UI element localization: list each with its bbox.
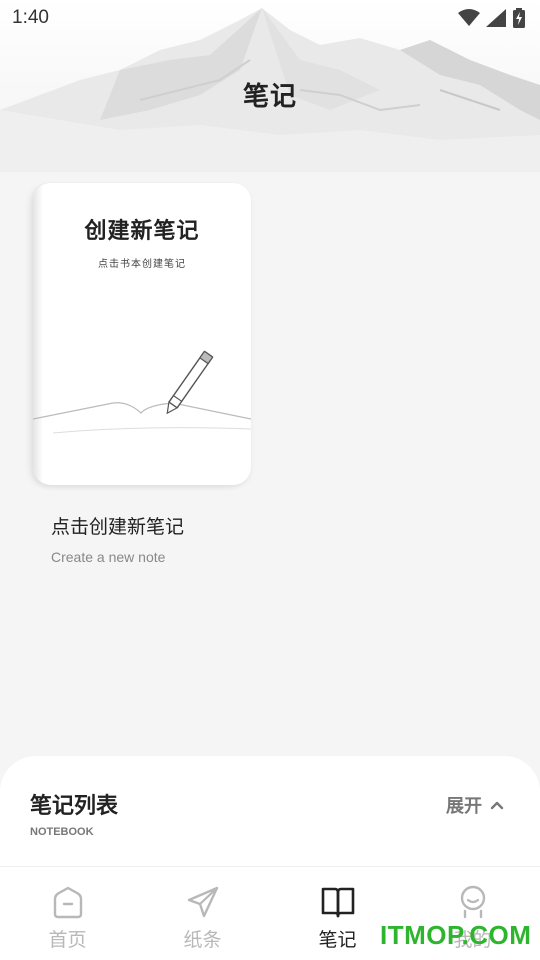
nav-item-notes-slip[interactable]: 纸条 (135, 867, 270, 960)
nav-label-notebook: 笔记 (318, 929, 357, 951)
notebook-list-title: 笔记列表 (30, 794, 119, 819)
notebook-list-sheet[interactable]: 笔记列表 NOTEBOOK 展开 (0, 756, 540, 866)
paper-plane-icon (187, 886, 218, 918)
header: 1:40 笔记 (0, 0, 540, 172)
book-icon (321, 887, 354, 918)
pen-writing-icon (33, 350, 251, 434)
cellular-signal-icon (486, 9, 506, 27)
create-note-label[interactable]: 点击创建新笔记 (51, 512, 184, 539)
profile-icon (460, 885, 485, 919)
card-subtitle: 点击书本创建笔记 (98, 259, 186, 270)
nav-label-home: 首页 (48, 929, 87, 951)
chevron-up-icon (490, 801, 504, 810)
card-title: 创建新笔记 (84, 218, 200, 244)
wifi-icon (458, 9, 480, 26)
nav-label-notes-slip: 纸条 (183, 929, 222, 951)
watermark-text: ITMOP.COM (380, 920, 532, 950)
status-bar: 1:40 (0, 0, 540, 36)
battery-charging-icon (513, 8, 525, 28)
notebook-list-subtitle: NOTEBOOK (30, 826, 94, 838)
home-icon (53, 886, 82, 919)
page-title: 笔记 (242, 82, 297, 112)
expand-toggle-label: 展开 (446, 796, 482, 817)
expand-toggle-button[interactable]: 展开 (446, 792, 504, 818)
create-note-sublabel: Create a new note (51, 549, 166, 565)
status-time: 1:40 (12, 7, 49, 28)
create-note-card[interactable]: 创建新笔记 点击书本创建笔记 (33, 183, 251, 485)
nav-item-home[interactable]: 首页 (0, 867, 135, 960)
status-icons (458, 8, 526, 28)
